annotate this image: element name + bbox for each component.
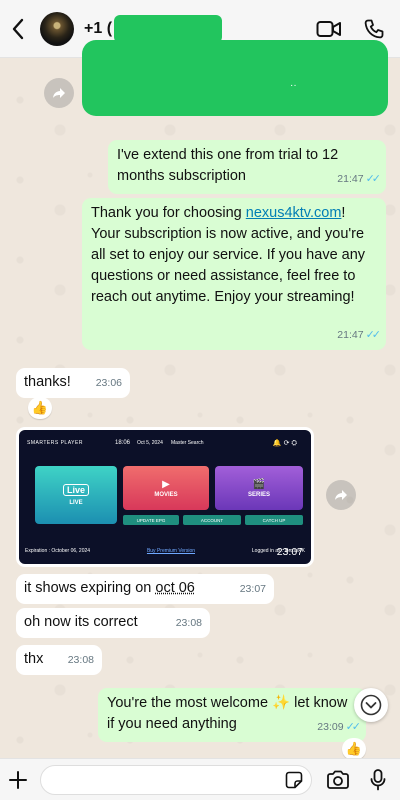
tile-series: 🎬 SERIES: [215, 466, 303, 510]
redacted-phone-number: [114, 14, 223, 43]
tile-account: ACCOUNT: [183, 515, 241, 525]
scroll-to-bottom-button[interactable]: [354, 688, 388, 722]
tile-live: Live LIVE: [35, 466, 117, 524]
message-link[interactable]: nexus4ktv.com: [246, 205, 342, 221]
forward-button[interactable]: [326, 480, 356, 510]
shared-screenshot: SMARTERS PLAYER 18:06 Oct 5, 2024 Master…: [19, 430, 311, 564]
message-bubble-incoming[interactable]: it shows expiring on oct 06 23:07: [16, 574, 274, 604]
screenshot-icons: 🔔 ⟳ ⛭: [272, 439, 297, 447]
microphone-icon[interactable]: [370, 769, 386, 791]
message-time: 21:47 ✓✓: [337, 173, 382, 185]
redacted-message: ··: [82, 40, 388, 116]
read-ticks-icon: ✓✓: [365, 329, 382, 341]
message-text: thanks!: [24, 374, 71, 390]
reaction-thumbs-up[interactable]: 👍: [342, 738, 366, 760]
chevron-down-icon: [360, 694, 382, 716]
sticker-icon[interactable]: [285, 771, 303, 789]
forward-icon: [53, 88, 65, 98]
message-time: 23:08: [175, 617, 202, 629]
message-text: oh now its correct: [24, 614, 138, 630]
message-time: 23:09 ✓✓: [317, 721, 362, 733]
message-time: 23:07: [276, 546, 303, 558]
camera-icon[interactable]: [326, 770, 350, 790]
read-ticks-icon: ✓✓: [365, 173, 382, 185]
message-text: You're the most welcome ✨ let know if yo…: [107, 695, 348, 732]
message-bubble-outgoing[interactable]: Thank you for choosing nexus4ktv.com! Yo…: [82, 198, 386, 350]
message-time: 21:47 ✓✓: [337, 329, 382, 341]
app-logo: SMARTERS PLAYER: [27, 440, 83, 446]
tile-catch-up: CATCH UP: [245, 515, 303, 525]
message-text: I've extend this one from trial to 12 mo…: [117, 147, 339, 184]
forward-button[interactable]: [44, 78, 74, 108]
message-text: it shows expiring on oct 06: [24, 580, 195, 596]
attach-button[interactable]: [0, 770, 36, 789]
message-bubble-outgoing[interactable]: You're the most welcome ✨ let know if yo…: [98, 688, 366, 742]
message-bubble-outgoing[interactable]: I've extend this one from trial to 12 mo…: [108, 140, 386, 194]
avatar[interactable]: [40, 11, 74, 46]
tile-update-epg: UPDATE EPG: [123, 515, 179, 525]
tile-movies: ▶ MOVIES: [123, 466, 209, 510]
chevron-left-icon: [12, 18, 24, 39]
message-time: 23:06: [95, 377, 122, 389]
message-input[interactable]: [40, 764, 312, 795]
message-time: 23:07: [239, 583, 266, 595]
redacted-message-fragment: ··: [290, 80, 297, 91]
message-text: Thank you for choosing nexus4ktv.com! Yo…: [91, 205, 366, 305]
chat-background: [0, 0, 400, 800]
screenshot-expiration: Expiration : October 06, 2024: [25, 548, 91, 554]
contact-name: +1 (: [84, 19, 113, 37]
message-time: 23:08: [67, 654, 94, 666]
read-ticks-icon: ✓✓: [345, 721, 362, 733]
image-message[interactable]: SMARTERS PLAYER 18:06 Oct 5, 2024 Master…: [16, 427, 314, 567]
composer-bar: [0, 758, 400, 800]
message-bubble-incoming[interactable]: oh now its correct 23:08: [16, 608, 210, 638]
message-bubble-incoming[interactable]: thanks! 23:06: [16, 368, 130, 398]
screenshot-date: Oct 5, 2024: [137, 440, 163, 446]
message-text: thx: [24, 651, 44, 667]
forward-icon: [335, 490, 347, 500]
plus-icon: [9, 770, 27, 789]
screenshot-buy-premium: Buy Premium Version: [146, 548, 196, 554]
phone-icon[interactable]: [364, 19, 384, 39]
back-button[interactable]: [2, 0, 34, 58]
reaction-thumbs-up[interactable]: 👍: [28, 397, 52, 419]
video-camera-icon[interactable]: [316, 20, 342, 38]
screenshot-clock: 18:06: [115, 440, 131, 446]
message-bubble-incoming[interactable]: thx 23:08: [16, 645, 102, 675]
screenshot-search: Master Search: [171, 440, 204, 446]
